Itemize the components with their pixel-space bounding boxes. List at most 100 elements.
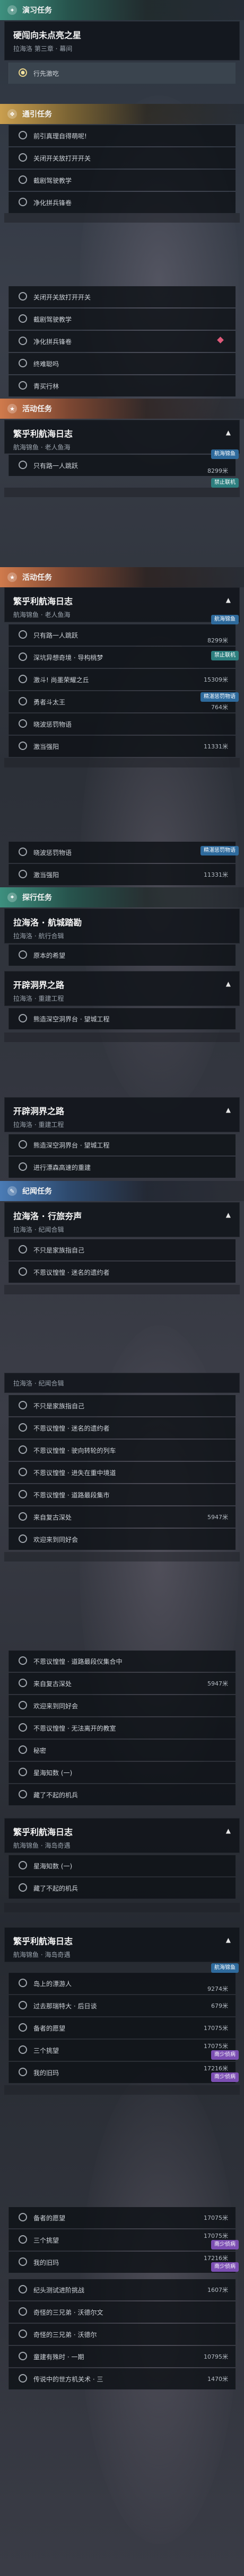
quest-dot-icon [19, 381, 27, 390]
quest-card[interactable]: 繁乎利航海日志 航海锦鱼 · 老人鱼海 ▲ [4, 420, 240, 454]
quest-subtitle: 拉海洛 · 重建工程 [13, 995, 64, 1002]
quest-item[interactable]: 童建有殊时 · 一期 10795米 [8, 2346, 236, 2367]
quest-item[interactable]: 奇怪的三兄弟 · 沃德尔 [8, 2324, 236, 2345]
quest-subtitle: 拉海洛 · 纪闻合辑 [13, 1380, 64, 1387]
quest-title: 开辟洞界之路 [13, 980, 65, 990]
quest-dot-icon [19, 2374, 27, 2383]
quest-item[interactable]: 欢迎来到同好会 [8, 1529, 236, 1550]
quest-subtitle: 拉海洛 · 纪闻合辑 [13, 1226, 64, 1233]
quest-item[interactable]: 来自复古深处 5947米 [8, 1673, 236, 1694]
quest-item[interactable]: 激斗! 尚墨荣耀之丘 15309米 [8, 669, 236, 690]
quest-title: 繁乎利航海日志 [13, 429, 73, 439]
collapse-chevron-icon[interactable]: ▲ [226, 1936, 231, 1944]
quest-item[interactable]: 不恩议惶惶 · 迷名的遗约者 [8, 1417, 236, 1439]
quest-dot-icon [19, 198, 27, 206]
quest-dot-icon [19, 2213, 27, 2221]
side-quest-header[interactable]: ❖ 通引任务 [0, 104, 244, 124]
collapse-chevron-icon[interactable]: ▲ [226, 1827, 231, 1834]
quest-card[interactable]: 繁乎利航海日志 航海锦鱼 · 海岛奇遇 ▲ [4, 1927, 240, 1962]
quest-item[interactable]: 前引真理自得萌呢! [8, 125, 236, 146]
quest-item[interactable]: 关闭开关放打开开关 [8, 147, 236, 169]
quest-item[interactable]: 不恩议惶惶 · 道路最段集市 [8, 1484, 236, 1505]
quest-dot-icon [19, 175, 27, 184]
quest-title: 繁乎利航海日志 [13, 596, 73, 606]
quest-card[interactable]: 拉海洛 · 行旅夯声 拉海洛 · 纪闻合辑 ▲ [4, 1202, 240, 1237]
quest-card-header[interactable]: 拉海洛 · 纪闻合辑 [4, 1373, 240, 1393]
quest-item[interactable]: 我的旧玛 17216米 [8, 2062, 236, 2083]
collapse-chevron-icon[interactable]: ▲ [226, 980, 231, 987]
quest-item[interactable]: 备者的愿望 17075米 [8, 2207, 236, 2228]
event-quest-icon: ★ [7, 572, 17, 582]
quest-item[interactable]: 备者的愿望 17075米 [8, 2017, 236, 2039]
quest-item[interactable]: 三个挑望 17075米 [8, 2229, 236, 2251]
panel-separator [4, 488, 240, 497]
quest-item[interactable]: 截剧驾驶教学 [8, 308, 236, 330]
quest-item[interactable]: 关闭开关放打开开关 [8, 286, 236, 307]
quest-item[interactable]: 秘密 [8, 1740, 236, 1761]
quest-item[interactable]: 过去那瑞特大 · 后日谈 679米 [8, 1995, 236, 2016]
quest-dot-icon [19, 697, 27, 705]
quest-item[interactable]: 深坑异想奇境 · 导构桃梦 [8, 647, 236, 668]
quest-item[interactable]: 青买行林 [8, 375, 236, 396]
quest-item[interactable]: 熊造深空洞界台 · 望城工程 [8, 1134, 236, 1155]
quest-item[interactable]: 藏了不起的机兵 [8, 1784, 236, 1805]
quest-item[interactable]: 奇怪的三兄弟 · 沃德尔文 [8, 2301, 236, 2323]
quest-title: 开辟洞界之路 [13, 1106, 65, 1116]
quest-item[interactable]: 熊造深空洞界台 · 望城工程 [8, 1008, 236, 1029]
distance-label: 679米 [211, 2002, 228, 2009]
quest-item[interactable]: 只有路一人跳跃 8299米 [8, 624, 236, 646]
quest-item[interactable]: 进行漂森高速的重建 [8, 1157, 236, 1178]
quest-card[interactable]: 开辟洞界之路 拉海洛 · 重建工程 ▲ [4, 1097, 240, 1132]
quest-card[interactable]: 繁乎利航海日志 航海锦鱼 · 老人鱼海 ▲ [4, 587, 240, 622]
quest-item[interactable]: 激当强阳 11331米 [8, 864, 236, 885]
quest-item[interactable]: 净化拼兵锋卷 [8, 331, 236, 352]
collapse-chevron-icon[interactable]: ▲ [226, 596, 231, 604]
no-coop-badge: 禁止联机 [211, 478, 239, 488]
quest-dot-icon [19, 292, 27, 301]
quest-item[interactable]: 不恩议惶惶 · 道路最段仪集合中 [8, 1651, 236, 1672]
event-quest-header[interactable]: ★ 活动任务 [0, 399, 244, 419]
quest-item[interactable]: 只有路一人跳跃 8299米 [8, 455, 236, 476]
quest-item[interactable]: 我的旧玛 17216米 [8, 2252, 236, 2273]
collapse-chevron-icon[interactable]: ▲ [226, 429, 231, 436]
distance-label: 17216米 [204, 2255, 228, 2262]
quest-step-active[interactable]: 行先激吃 [8, 63, 236, 84]
quest-item[interactable]: 不只是家族指自己 [8, 1395, 236, 1416]
quest-item[interactable]: 星海知数 (一) [8, 1762, 236, 1783]
quest-item[interactable]: 不恩议惶惶 · 无法离开的教室 [8, 1717, 236, 1739]
quest-card[interactable]: 开辟洞界之路 拉海洛 · 重建工程 ▲ [4, 971, 240, 1006]
collapse-chevron-icon[interactable]: ▲ [226, 1211, 231, 1219]
quest-item[interactable]: 净化拼兵锋卷 [8, 192, 236, 213]
quest-item[interactable]: 藏了不起的机兵 [8, 1877, 236, 1899]
quest-dot-icon [19, 2285, 27, 2293]
quest-item[interactable]: 原本的希望 [8, 945, 236, 966]
quest-item[interactable]: 不恩议惶惶 · 驶向转轮的列车 [8, 1440, 236, 1461]
quest-item[interactable]: 不恩议惶惶 · 进失在重中境道 [8, 1462, 236, 1483]
quest-item[interactable]: 晓波惩罚物语 [8, 713, 236, 735]
collapse-chevron-icon[interactable]: ▲ [226, 1106, 231, 1114]
event-quest-header[interactable]: ★ 活动任务 [0, 567, 244, 587]
quest-item[interactable]: 来自复古深处 5947米 [8, 1506, 236, 1528]
quest-item[interactable]: 终难聪吗 [8, 353, 236, 374]
quest-item[interactable]: 星海知数 (一) [8, 1855, 236, 1876]
quest-item[interactable]: 截剧驾驶教学 [8, 170, 236, 191]
quest-card[interactable]: 繁乎利航海日志 航海锦鱼 · 海岛奇遇 ▲ [4, 1818, 240, 1853]
quest-item[interactable]: 传说中的世方机关术 · 三 1470米 [8, 2368, 236, 2389]
quest-dot-icon [19, 1790, 27, 1798]
quest-item[interactable]: 不恩议惶惶 · 迷名的遗约者 [8, 1261, 236, 1283]
main-quest-header[interactable]: ✦ 演习任务 [0, 0, 244, 20]
quest-dot-icon [19, 1723, 27, 1732]
quest-card[interactable]: 拉海洛 · 航城踏勘 拉海洛 · 航行合辑 [4, 908, 240, 943]
quest-dot-icon [19, 1701, 27, 1709]
record-quest-header[interactable]: ✎ 纪闻任务 [0, 1181, 244, 1201]
quest-item[interactable]: 不只是家族指自己 [8, 1239, 236, 1260]
quest-item[interactable]: 岛上的漂游人 9274米 [8, 1973, 236, 1994]
quest-item[interactable]: 激当强阳 11331米 [8, 736, 236, 757]
quest-title: 繁乎利航海日志 [13, 1936, 73, 1946]
quest-dot-icon [19, 1768, 27, 1776]
quest-item[interactable]: 欢迎来到同好会 [8, 1695, 236, 1716]
quest-card[interactable]: 硬闯向未点亮之星 拉海洛 第三章 · 幕间 [4, 21, 240, 60]
quest-item[interactable]: 纪头测试进阶挑战 1607米 [8, 2279, 236, 2300]
explore-quest-header[interactable]: ⌖ 探行任务 [0, 887, 244, 907]
quest-item[interactable]: 三个挑望 17075米 [8, 2040, 236, 2061]
